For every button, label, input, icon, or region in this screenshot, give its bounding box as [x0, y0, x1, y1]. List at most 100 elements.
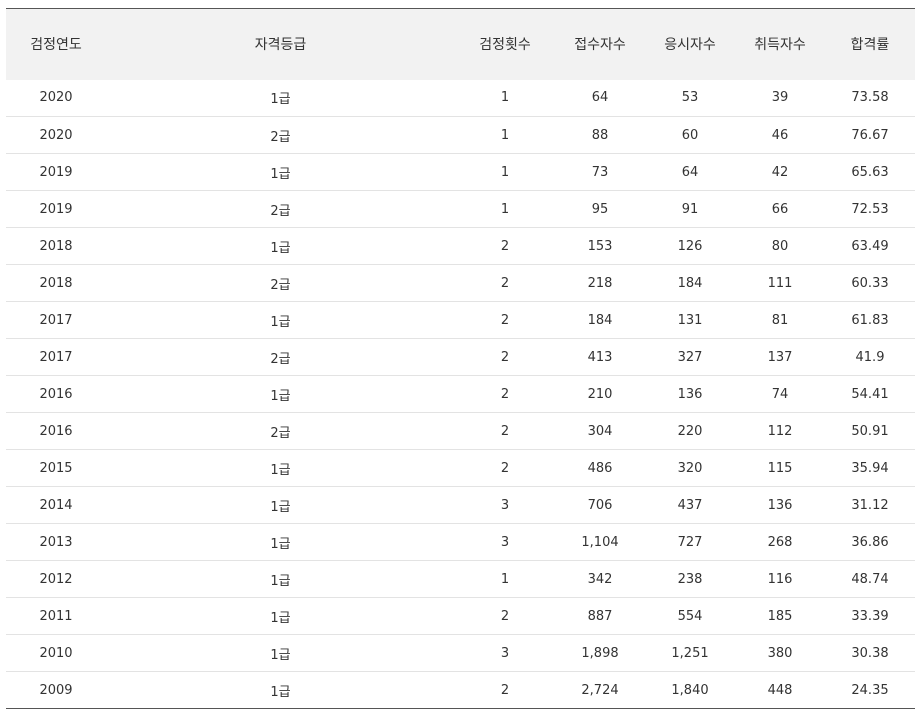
- table-row: 2012 1급 1 342 238 116 48.74: [6, 561, 915, 598]
- cell-certified: 42: [771, 164, 789, 180]
- cell-certified: 448: [767, 682, 793, 698]
- cell-examinees: 238: [677, 571, 703, 587]
- cell-applicants: 218: [587, 275, 613, 291]
- header-certified: 취득자수: [754, 37, 806, 54]
- cell-exam-count: 1: [500, 571, 510, 587]
- header-examinees: 응시자수: [664, 37, 716, 54]
- cell-applicants: 1,898: [581, 645, 619, 661]
- cell-examinees: 220: [677, 423, 703, 439]
- cell-applicants: 73: [591, 164, 609, 180]
- table-row: 2010 1급 3 1,898 1,251 380 30.38: [6, 635, 915, 672]
- header-exam-count: 검정횟수: [479, 37, 531, 54]
- cell-applicants: 2,724: [581, 682, 619, 698]
- cell-exam-count: 2: [500, 275, 510, 291]
- cell-grade: 1급: [270, 240, 291, 256]
- cell-applicants: 95: [591, 201, 609, 217]
- cell-applicants: 184: [587, 312, 613, 328]
- cell-applicants: 153: [587, 238, 613, 254]
- cell-certified: 185: [767, 608, 793, 624]
- cell-pass-rate: 73.58: [851, 90, 889, 106]
- cell-applicants: 304: [587, 423, 613, 439]
- cell-certified: 81: [771, 312, 789, 328]
- cell-pass-rate: 65.63: [851, 164, 889, 180]
- cell-grade: 1급: [270, 647, 291, 663]
- cell-examinees: 126: [677, 238, 703, 254]
- cell-certified: 116: [767, 571, 793, 587]
- table-row: 2019 1급 1 73 64 42 65.63: [6, 154, 915, 191]
- cell-exam-year: 2019: [39, 201, 73, 217]
- table-row: 2016 2급 2 304 220 112 50.91: [6, 413, 915, 450]
- cell-examinees: 60: [681, 127, 699, 143]
- cell-examinees: 1,840: [671, 682, 709, 698]
- header-pass-rate: 합격률: [850, 37, 890, 54]
- cell-applicants: 64: [591, 90, 609, 106]
- table-row: 2017 1급 2 184 131 81 61.83: [6, 302, 915, 339]
- cell-applicants: 486: [587, 460, 613, 476]
- cell-applicants: 413: [587, 349, 613, 365]
- header-grade: 자격등급: [254, 37, 307, 54]
- cell-exam-count: 1: [500, 90, 510, 106]
- cell-exam-year: 2013: [39, 534, 73, 550]
- table-row: 2015 1급 2 486 320 115 35.94: [6, 450, 915, 487]
- table-row: 2014 1급 3 706 437 136 31.12: [6, 487, 915, 524]
- cell-certified: 39: [771, 90, 789, 106]
- exam-statistics-table: 검정연도 자격등급 검정횟수 접수자수 응시자수 취득자수 합격률 2020 1급…: [6, 8, 915, 709]
- cell-pass-rate: 41.9: [855, 349, 885, 365]
- cell-examinees: 327: [677, 349, 703, 365]
- table-row: 2019 2급 1 95 91 66 72.53: [6, 191, 915, 228]
- cell-applicants: 210: [587, 386, 613, 402]
- cell-applicants: 342: [587, 571, 613, 587]
- cell-pass-rate: 72.53: [851, 201, 889, 217]
- cell-pass-rate: 50.91: [851, 423, 889, 439]
- cell-examinees: 554: [677, 608, 703, 624]
- cell-exam-count: 2: [500, 682, 510, 698]
- cell-exam-year: 2018: [39, 238, 73, 254]
- cell-examinees: 64: [681, 164, 699, 180]
- cell-exam-year: 2016: [39, 423, 73, 439]
- cell-examinees: 320: [677, 460, 703, 476]
- cell-grade: 2급: [270, 203, 291, 219]
- cell-certified: 137: [767, 349, 793, 365]
- cell-certified: 380: [767, 645, 793, 661]
- cell-pass-rate: 31.12: [851, 497, 889, 513]
- cell-pass-rate: 24.35: [851, 682, 889, 698]
- cell-applicants: 1,104: [581, 534, 619, 550]
- cell-examinees: 184: [677, 275, 703, 291]
- cell-pass-rate: 76.67: [851, 127, 889, 143]
- header-applicants: 접수자수: [574, 37, 626, 54]
- cell-exam-count: 1: [500, 164, 510, 180]
- table-row: 2009 1급 2 2,724 1,840 448 24.35: [6, 672, 915, 709]
- cell-grade: 1급: [270, 610, 291, 626]
- cell-exam-count: 1: [500, 201, 510, 217]
- cell-grade: 2급: [270, 277, 291, 293]
- cell-certified: 136: [767, 497, 793, 513]
- cell-certified: 74: [771, 386, 789, 402]
- cell-exam-year: 2020: [39, 127, 73, 143]
- cell-applicants: 88: [591, 127, 609, 143]
- table-header: 검정연도 자격등급 검정횟수 접수자수 응시자수 취득자수 합격률: [6, 8, 915, 80]
- cell-exam-year: 2018: [39, 275, 73, 291]
- cell-certified: 268: [767, 534, 793, 550]
- cell-pass-rate: 33.39: [851, 608, 889, 624]
- cell-grade: 2급: [270, 351, 291, 367]
- cell-certified: 46: [771, 127, 789, 143]
- cell-exam-count: 2: [500, 460, 510, 476]
- cell-certified: 115: [767, 460, 793, 476]
- cell-examinees: 437: [677, 497, 703, 513]
- cell-applicants: 887: [587, 608, 613, 624]
- header-row: 검정연도 자격등급 검정횟수 접수자수 응시자수 취득자수 합격률: [6, 8, 915, 80]
- cell-pass-rate: 60.33: [851, 275, 889, 291]
- header-exam-year: 검정연도: [30, 37, 82, 54]
- cell-exam-year: 2020: [39, 90, 73, 106]
- table-row: 2020 1급 1 64 53 39 73.58: [6, 80, 915, 117]
- cell-grade: 1급: [270, 462, 291, 478]
- table-row: 2011 1급 2 887 554 185 33.39: [6, 598, 915, 635]
- cell-examinees: 727: [677, 534, 703, 550]
- table-body: 2020 1급 1 64 53 39 73.58 2020 2급 1 88 60 46 76.67 2019…: [6, 80, 915, 709]
- table-row: 2017 2급 2 413 327 137 41.9: [6, 339, 915, 376]
- cell-examinees: 131: [677, 312, 703, 328]
- cell-certified: 80: [771, 238, 789, 254]
- cell-pass-rate: 30.38: [851, 645, 889, 661]
- cell-grade: 2급: [270, 129, 291, 145]
- cell-exam-year: 2011: [39, 608, 73, 624]
